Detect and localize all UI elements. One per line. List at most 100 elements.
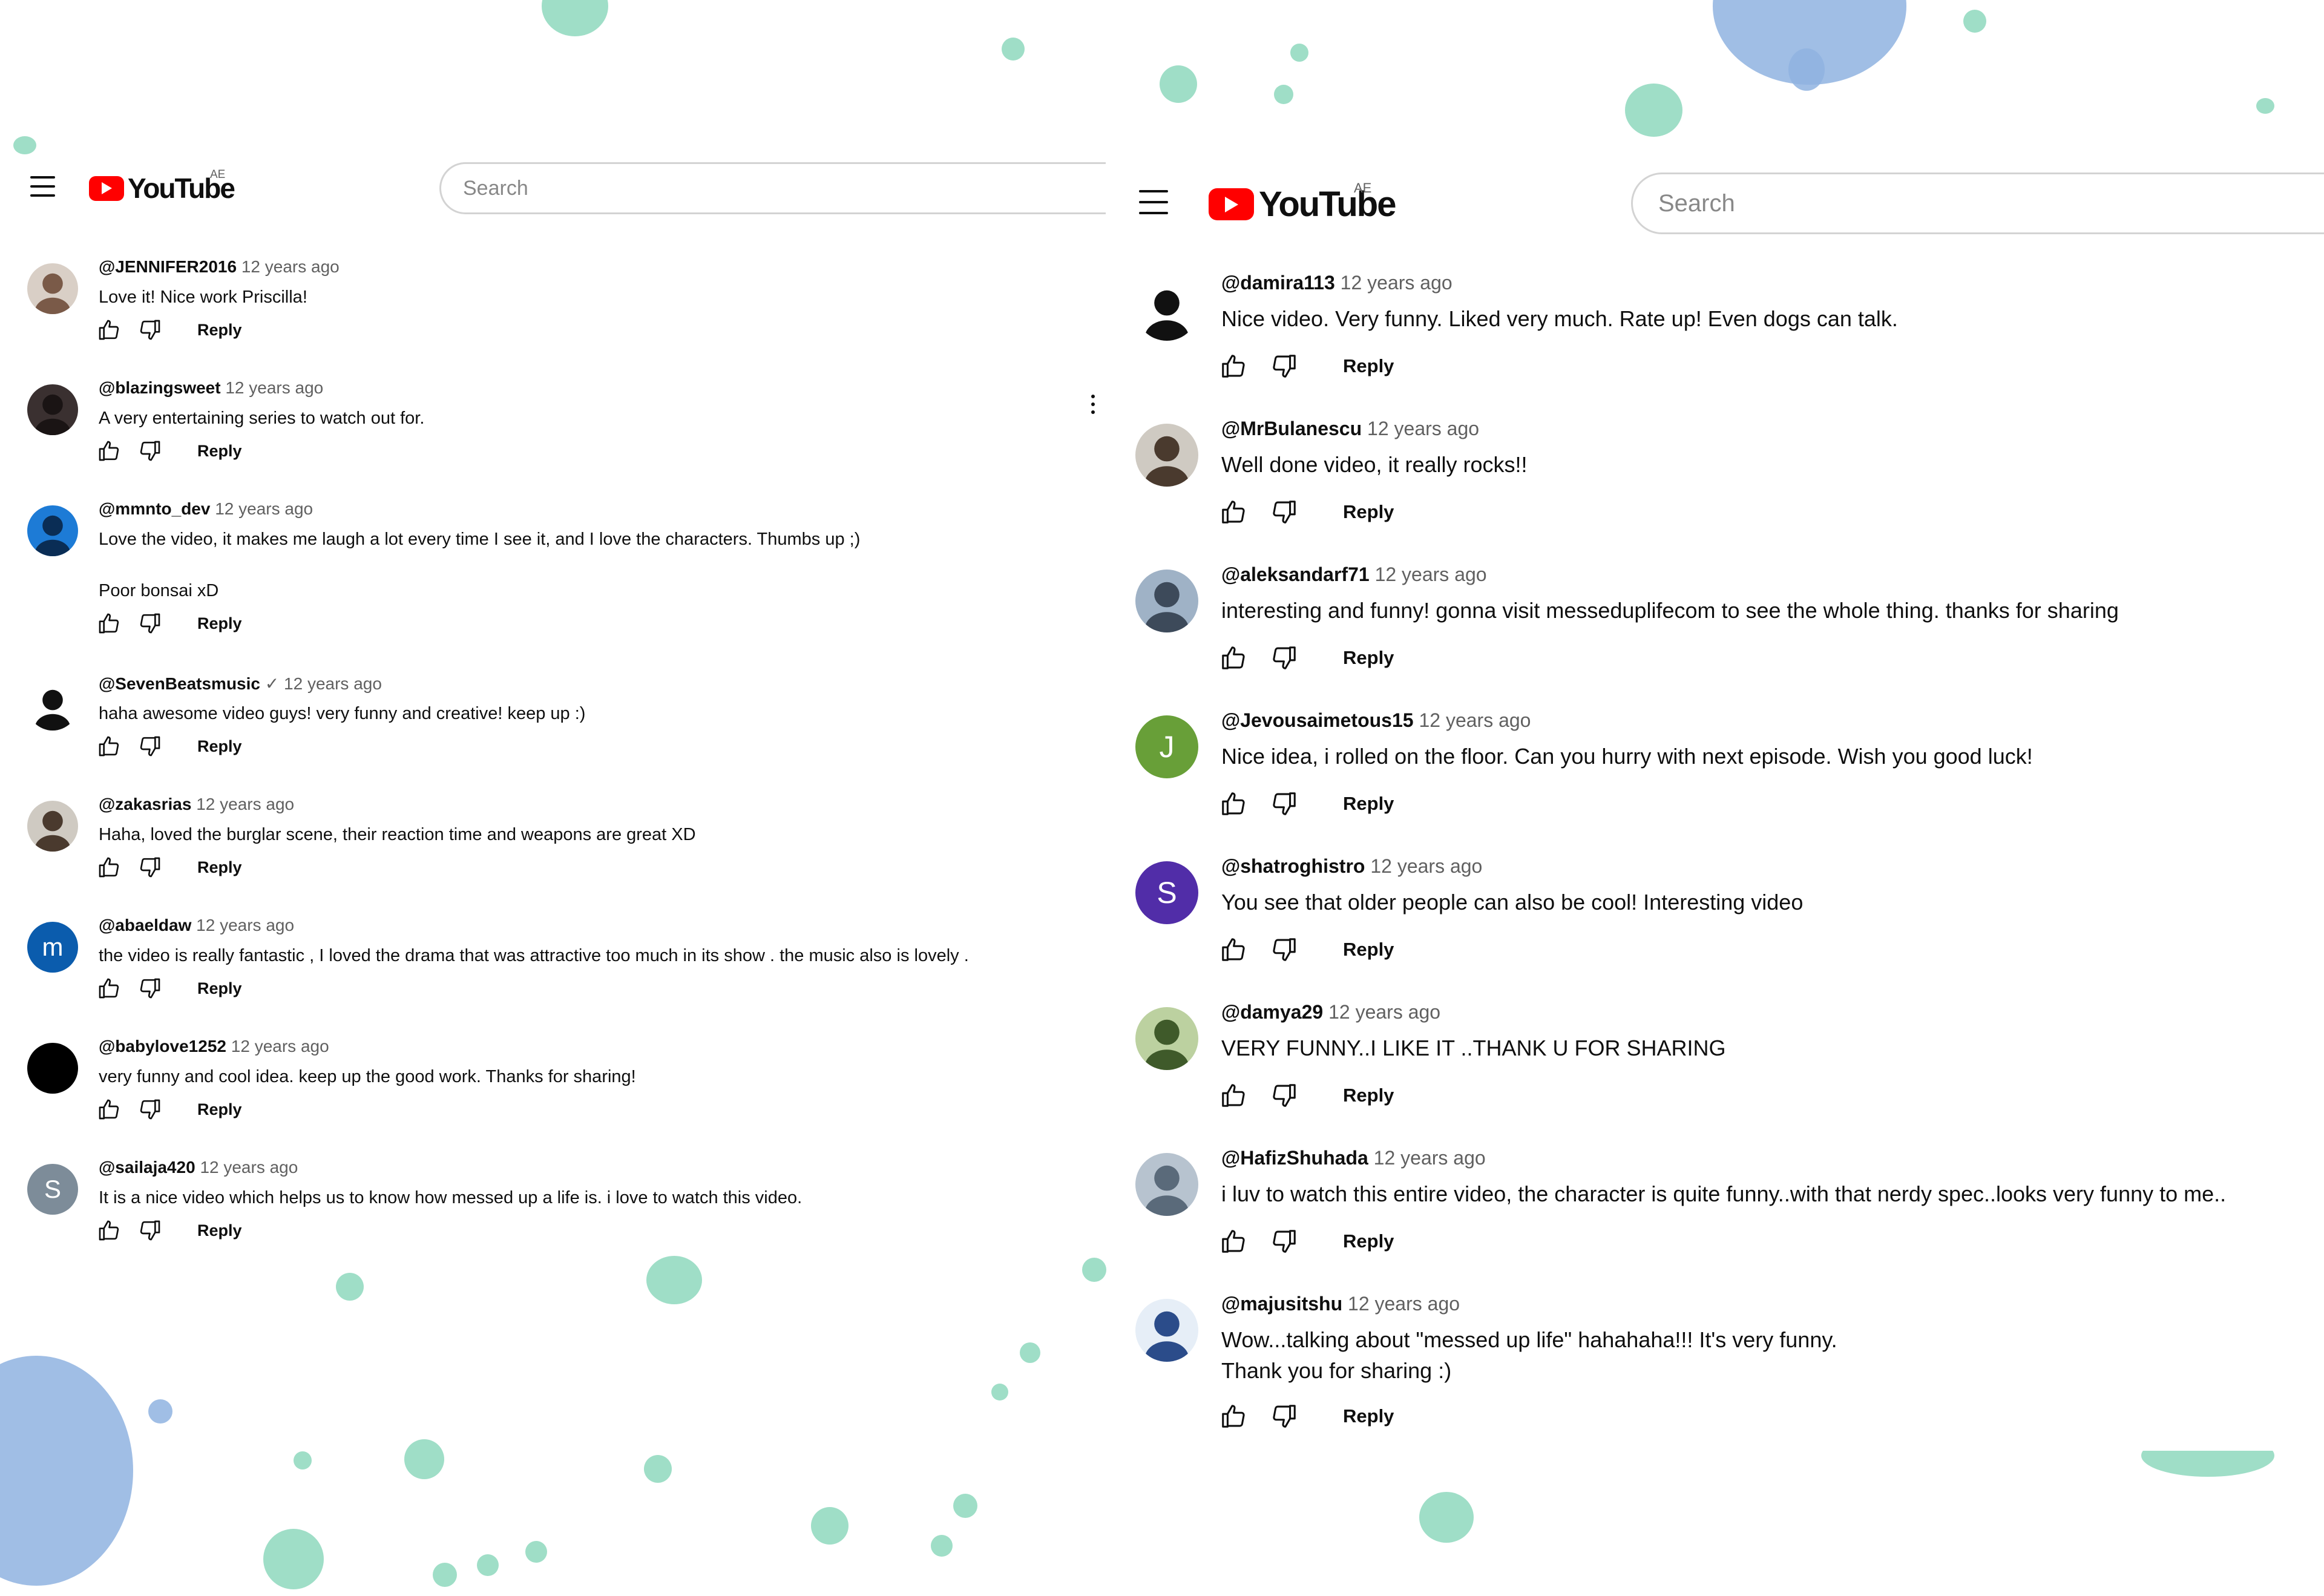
comment-author[interactable]: @abaeldaw	[99, 916, 191, 934]
avatar[interactable]	[27, 1043, 78, 1094]
reply-button[interactable]: Reply	[197, 321, 242, 340]
comment-author[interactable]: @HafizShuhada	[1221, 1147, 1368, 1169]
avatar[interactable]	[27, 263, 78, 314]
comment-timestamp[interactable]: 12 years ago	[1348, 1293, 1460, 1315]
reply-button[interactable]: Reply	[1343, 355, 1394, 377]
like-button[interactable]	[97, 439, 121, 463]
comment-timestamp[interactable]: 12 years ago	[1419, 709, 1531, 731]
comment-author[interactable]: @JENNIFER2016	[99, 257, 237, 276]
hamburger-menu-icon[interactable]	[1139, 190, 1168, 214]
avatar[interactable]	[1135, 424, 1198, 487]
reply-button[interactable]: Reply	[1343, 501, 1394, 523]
comment-timestamp[interactable]: 12 years ago	[200, 1158, 298, 1177]
more-options-icon[interactable]	[1091, 395, 1095, 414]
comment-timestamp[interactable]: 12 years ago	[241, 257, 340, 276]
comment-author[interactable]: @shatroghistro	[1221, 855, 1365, 877]
dislike-button[interactable]	[138, 611, 162, 635]
avatar[interactable]: S	[1135, 861, 1198, 924]
avatar[interactable]	[27, 680, 78, 731]
reply-button[interactable]: Reply	[197, 737, 242, 756]
like-button[interactable]	[97, 976, 121, 1000]
search-input[interactable]: Search	[1631, 172, 2324, 234]
search-input[interactable]: Search	[439, 162, 1106, 214]
reply-button[interactable]: Reply	[197, 858, 242, 877]
comment-author[interactable]: @damira113	[1221, 272, 1335, 294]
like-button[interactable]	[1219, 790, 1247, 818]
like-button[interactable]	[1219, 1082, 1247, 1109]
like-button[interactable]	[1219, 644, 1247, 672]
reply-button[interactable]: Reply	[197, 442, 242, 461]
comment-timestamp[interactable]: 12 years ago	[1370, 855, 1482, 877]
dislike-button[interactable]	[1270, 498, 1298, 526]
dislike-button[interactable]	[1270, 1227, 1298, 1255]
reply-button[interactable]: Reply	[1343, 647, 1394, 669]
comment-author[interactable]: @damya29	[1221, 1001, 1323, 1023]
reply-button[interactable]: Reply	[197, 979, 242, 998]
comment-timestamp[interactable]: 12 years ago	[1328, 1001, 1440, 1023]
dislike-button[interactable]	[1270, 1402, 1298, 1430]
like-button[interactable]	[97, 318, 121, 342]
like-button[interactable]	[1219, 498, 1247, 526]
like-button[interactable]	[97, 1218, 121, 1243]
avatar[interactable]: m	[27, 922, 78, 973]
comment-author[interactable]: @mmnto_dev	[99, 499, 210, 518]
reply-button[interactable]: Reply	[197, 1100, 242, 1119]
like-button[interactable]	[97, 1097, 121, 1121]
avatar[interactable]	[1135, 1299, 1198, 1362]
avatar[interactable]: S	[27, 1164, 78, 1215]
dislike-button[interactable]	[138, 318, 162, 342]
comment-author[interactable]: @majusitshu	[1221, 1293, 1342, 1315]
comment-timestamp[interactable]: 12 years ago	[1367, 418, 1479, 439]
reply-button[interactable]: Reply	[1343, 939, 1394, 961]
dislike-button[interactable]	[1270, 936, 1298, 964]
dislike-button[interactable]	[138, 439, 162, 463]
comment-author[interactable]: @SevenBeatsmusic	[99, 674, 260, 693]
comment-timestamp[interactable]: 12 years ago	[1341, 272, 1452, 294]
avatar[interactable]	[27, 505, 78, 556]
like-button[interactable]	[97, 855, 121, 879]
avatar[interactable]	[27, 384, 78, 435]
dislike-button[interactable]	[138, 855, 162, 879]
dislike-button[interactable]	[1270, 644, 1298, 672]
like-button[interactable]	[1219, 352, 1247, 380]
reply-button[interactable]: Reply	[1343, 1405, 1394, 1427]
reply-button[interactable]: Reply	[197, 1221, 242, 1240]
comment-timestamp[interactable]: 12 years ago	[196, 916, 294, 934]
comment-author[interactable]: @MrBulanescu	[1221, 418, 1362, 439]
reply-button[interactable]: Reply	[197, 614, 242, 633]
comment-timestamp[interactable]: 12 years ago	[225, 378, 323, 397]
comment-author[interactable]: @babylove1252	[99, 1037, 226, 1056]
like-button[interactable]	[1219, 936, 1247, 964]
comment-timestamp[interactable]: 12 years ago	[231, 1037, 329, 1056]
dislike-button[interactable]	[138, 1097, 162, 1121]
youtube-logo[interactable]: YouTube AE	[89, 168, 235, 205]
avatar[interactable]: J	[1135, 715, 1198, 778]
comment-timestamp[interactable]: 12 years ago	[215, 499, 313, 518]
comment-timestamp[interactable]: 12 years ago	[1375, 563, 1487, 585]
comment-author[interactable]: @sailaja420	[99, 1158, 195, 1177]
comment-timestamp[interactable]: 12 years ago	[196, 795, 294, 813]
youtube-logo[interactable]: YouTube AE	[1209, 180, 1396, 225]
like-button[interactable]	[1219, 1402, 1247, 1430]
avatar[interactable]	[1135, 570, 1198, 632]
like-button[interactable]	[1219, 1227, 1247, 1255]
avatar[interactable]	[1135, 278, 1198, 341]
like-button[interactable]	[97, 611, 121, 635]
avatar[interactable]	[1135, 1153, 1198, 1216]
dislike-button[interactable]	[138, 1218, 162, 1243]
reply-button[interactable]: Reply	[1343, 1085, 1394, 1106]
dislike-button[interactable]	[138, 976, 162, 1000]
comment-author[interactable]: @blazingsweet	[99, 378, 221, 397]
comment-author[interactable]: @zakasrias	[99, 795, 191, 813]
dislike-button[interactable]	[1270, 790, 1298, 818]
dislike-button[interactable]	[1270, 1082, 1298, 1109]
comment-timestamp[interactable]: 12 years ago	[1374, 1147, 1486, 1169]
avatar[interactable]	[1135, 1007, 1198, 1070]
dislike-button[interactable]	[138, 734, 162, 758]
like-button[interactable]	[97, 734, 121, 758]
hamburger-menu-icon[interactable]	[30, 176, 55, 197]
reply-button[interactable]: Reply	[1343, 1230, 1394, 1252]
dislike-button[interactable]	[1270, 352, 1298, 380]
comment-author[interactable]: @aleksandarf71	[1221, 563, 1370, 585]
comment-author[interactable]: @Jevousaimetous15	[1221, 709, 1414, 731]
